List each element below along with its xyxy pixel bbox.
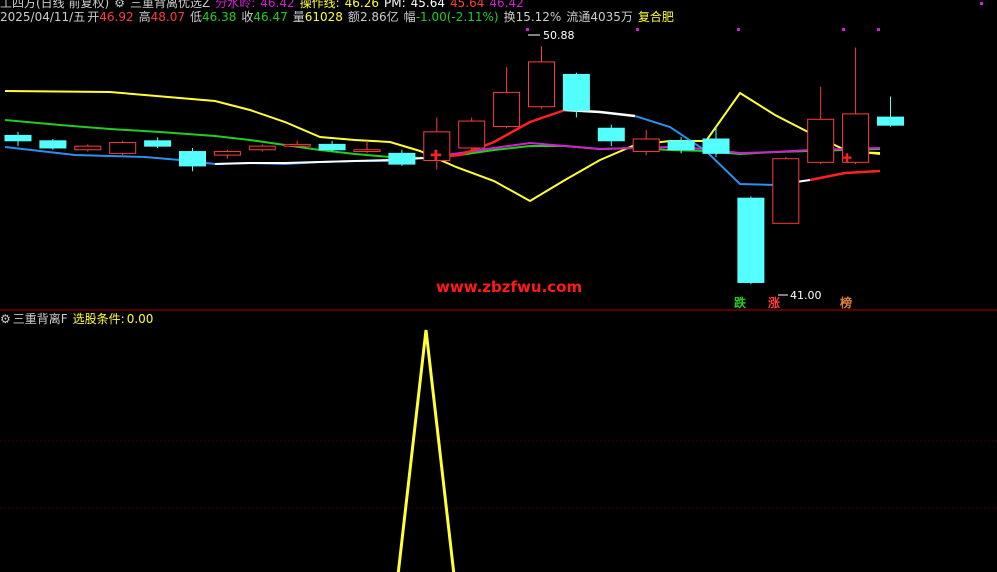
cao-zuo-xian-value: 46.26 [344,0,379,10]
low-label: 低 [189,10,202,24]
candle-up[interactable] [632,138,660,153]
amount-value: 2.86亿 [359,10,399,24]
candle-up[interactable] [353,149,381,153]
pm-value: 45.64 [410,0,445,10]
buy-arrow-icon-2: ✚ [842,151,852,165]
chart-area[interactable]: 50.88 41.00 ✚ ✚ 跌 涨 榜 www.zbzfwu.com [0,0,997,572]
quote-row: 2025/04/11/五 开46.92 高48.07 低46.38 收46.47 量610… [0,10,679,25]
volume-label: 量 [292,10,305,24]
candle-up[interactable] [283,143,311,147]
quote-date: 2025/04/11/五 [0,10,86,24]
indicator-name[interactable]: 三重背离优选Z [130,0,210,10]
signal-dot [877,28,880,31]
indicator-settings-icon[interactable]: ⚙ [114,0,125,10]
turnover-label: 换 [503,10,516,24]
cao-zuo-xian-label: 操作线: [299,0,340,10]
signal-dot [636,28,639,31]
amount-label: 额 [347,10,360,24]
candle-up[interactable] [772,158,800,224]
candle-down[interactable] [667,140,695,151]
candle-down[interactable] [39,140,67,149]
candle-down[interactable] [388,152,416,165]
open-value: 46.92 [99,10,134,24]
change-value: -1.00(-2.11%) [415,10,499,24]
high-marker-label: 50.88 [543,29,575,42]
candle-up[interactable] [74,145,102,151]
extra-value-2: 46.42 [489,0,524,10]
low-marker-label: 41.00 [790,289,822,302]
close-value: 46.47 [253,10,288,24]
region-value: 复合肥 [637,10,674,24]
high-value: 48.07 [150,10,185,24]
buy-arrow-icon: ✚ [430,148,442,164]
signal-zhang: 涨 [768,295,780,310]
grid-lines [0,309,997,509]
signal-dot [980,2,983,5]
ma-white-line-2 [564,108,636,118]
stock-title[interactable]: 工四方(日线 前复权) [0,0,109,10]
candle-down[interactable] [318,143,346,151]
signal-dot [842,28,845,31]
high-label: 高 [138,10,151,24]
candle-up[interactable] [213,151,241,156]
candle-up[interactable] [493,91,521,127]
candle-up[interactable] [807,118,835,163]
candle-up[interactable] [109,142,137,154]
signal-bang: 榜 [840,295,852,310]
open-label: 开 [87,10,100,24]
extra-value-1: 45.64 [450,0,485,10]
candle-down[interactable] [597,127,625,142]
candle-down[interactable] [4,134,32,142]
turnover-value: 15.12% [515,10,562,24]
fen-shui-ling-value: 46.42 [260,0,295,10]
signal-die: 跌 [734,295,747,310]
candle-up[interactable] [528,61,555,108]
candle-down[interactable] [737,197,765,283]
condition-value: 0.00 [126,312,154,326]
fen-shui-ling-label: 分水岭: [215,0,256,10]
sub-settings-icon[interactable]: ⚙ [0,312,11,326]
signal-dot [526,28,529,31]
close-label: 收 [241,10,254,24]
low-value: 46.38 [201,10,237,24]
candle-down[interactable] [179,151,206,167]
change-label: 幅 [403,10,416,24]
candle-down[interactable] [702,138,730,154]
candle-down[interactable] [877,116,904,126]
condition-label: 选股条件: [72,312,125,326]
float-value: 4035万 [590,10,633,24]
sub-header-row: ⚙ 三重背离F 选股条件: 0.00 [0,312,158,327]
float-label: 流通 [566,10,591,24]
volume-value: 61028 [304,10,343,24]
candle-up[interactable] [458,120,486,149]
candle-down[interactable] [144,140,172,147]
ma-red-line-2 [809,169,881,182]
sub-signal-line [396,329,456,572]
sub-indicator-name[interactable]: 三重背离F [13,312,68,326]
watermark: www.zbzfwu.com [436,278,582,296]
candle-up[interactable] [248,145,276,151]
pm-label: PM: [384,0,406,10]
candle-down[interactable] [562,73,590,111]
signal-dot [737,28,740,31]
